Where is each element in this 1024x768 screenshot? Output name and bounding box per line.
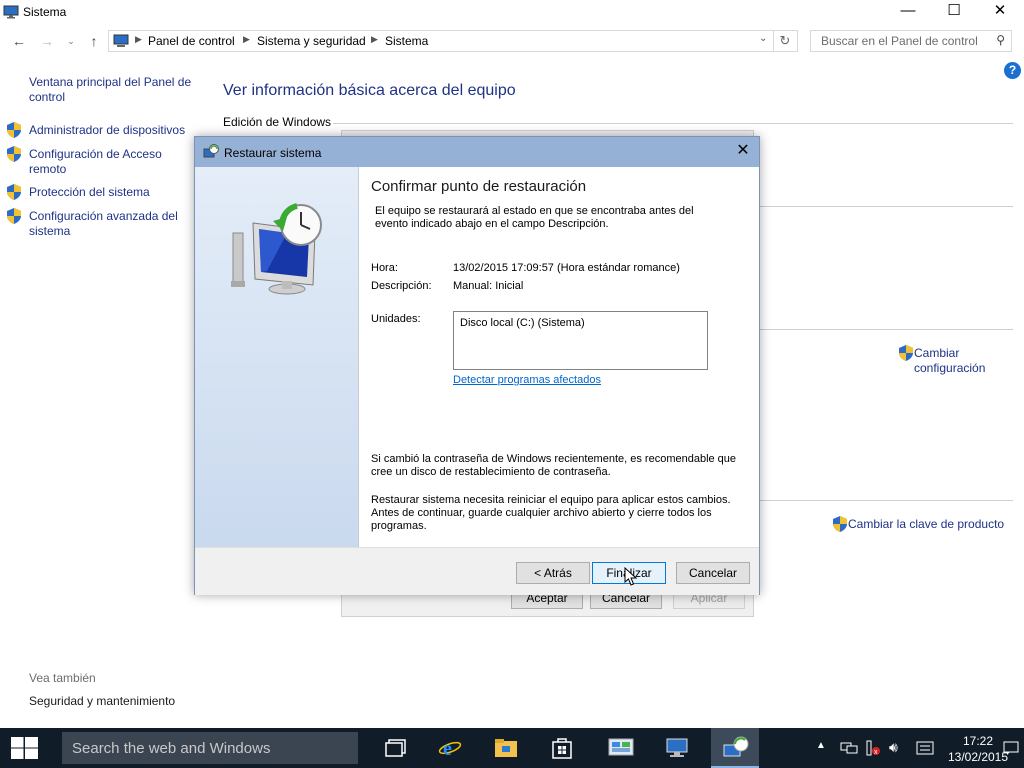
units-label: Unidades: — [371, 313, 421, 325]
show-hidden-icons-icon[interactable]: ▲ — [816, 740, 826, 751]
windows-start-icon[interactable] — [11, 737, 38, 759]
close-button[interactable]: ✕ — [977, 0, 1023, 24]
search-icon[interactable]: ⚲ — [996, 33, 1005, 47]
system-restore-icon — [203, 144, 219, 158]
detect-affected-programs-link[interactable]: Detectar programas afectados — [453, 374, 601, 386]
breadcrumb-control-panel[interactable]: Panel de control — [148, 34, 235, 48]
breadcrumb-separator-icon: ▶ — [135, 34, 142, 44]
units-list[interactable]: Disco local (C:) (Sistema) — [453, 311, 708, 370]
uac-shield-icon — [7, 208, 21, 224]
keyboard-icon[interactable] — [916, 740, 934, 756]
taskbar: e ▲ x 🔊︎ 17:22 13/02/2015 — [0, 728, 1024, 768]
maximize-button[interactable]: ☐ — [931, 0, 977, 24]
svg-text:x: x — [874, 749, 878, 756]
change-product-key-link[interactable]: Cambiar la clave de producto — [848, 517, 1004, 532]
control-panel-taskbar-icon[interactable] — [596, 728, 644, 768]
uac-shield-icon — [7, 184, 21, 200]
uac-shield-icon — [833, 516, 847, 532]
page-title: Ver información básica acerca del equipo — [223, 82, 516, 99]
dialog-footer — [195, 547, 759, 595]
system-restore-computer-icon — [231, 203, 322, 295]
description-value: Manual: Inicial — [453, 280, 524, 292]
clock-date[interactable]: 13/02/2015 — [945, 750, 1011, 764]
security-alert-icon[interactable]: x — [865, 739, 881, 757]
mouse-cursor-icon — [624, 567, 638, 586]
restart-note: Restaurar sistema necesita reiniciar el … — [371, 494, 731, 532]
breadcrumb-separator-icon: ▶ — [371, 34, 378, 44]
breadcrumb-system[interactable]: Sistema — [385, 34, 428, 48]
control-panel-search[interactable]: ⚲ — [810, 30, 1012, 52]
svg-text:e: e — [443, 738, 452, 759]
address-dropdown-icon[interactable]: ⌄ — [759, 33, 767, 44]
control-panel-icon — [113, 34, 129, 47]
forward-arrow-icon[interactable]: → — [36, 30, 58, 52]
clock-time[interactable]: 17:22 — [958, 734, 998, 748]
time-label: Hora: — [371, 262, 398, 274]
window-title: Sistema — [23, 5, 67, 19]
file-explorer-icon[interactable] — [482, 728, 530, 768]
dialog-close-icon[interactable]: ✕ — [731, 140, 755, 164]
divider — [752, 500, 1013, 501]
address-bar[interactable]: ▶ Panel de control ▶ Sistema y seguridad… — [108, 30, 774, 52]
list-item[interactable]: Disco local (C:) (Sistema) — [460, 317, 585, 330]
remote-access-link[interactable]: Configuración de Acceso remoto — [29, 147, 189, 177]
control-panel-home-link[interactable]: Ventana principal del Panel de control — [29, 75, 199, 105]
window-titlebar: Sistema — ☐ ✕ — [0, 0, 1024, 24]
password-note: Si cambió la contraseña de Windows recie… — [371, 453, 737, 478]
dialog-side-panel — [195, 167, 359, 547]
dialog-cancel-button[interactable]: Cancelar — [676, 562, 750, 584]
uac-shield-icon — [7, 146, 21, 162]
dialog-title: Restaurar sistema — [224, 146, 322, 160]
divider — [333, 123, 1013, 124]
restore-system-dialog: Restaurar sistema ✕ Confirmar punto de r… — [194, 136, 760, 595]
help-icon[interactable]: ? — [1004, 62, 1021, 79]
see-also-title: Vea también — [29, 671, 96, 685]
uac-shield-icon — [899, 345, 913, 361]
refresh-button[interactable]: ↻ — [773, 30, 798, 52]
divider — [752, 329, 1013, 330]
network-icon[interactable] — [840, 741, 858, 755]
advanced-settings-link[interactable]: Configuración avanzada del sistema — [29, 209, 189, 239]
restore-intro-text: El equipo se restaurará al estado en que… — [375, 205, 694, 230]
task-view-icon[interactable] — [372, 728, 420, 768]
up-arrow-icon[interactable]: ↑ — [83, 30, 105, 52]
uac-shield-icon — [7, 122, 21, 138]
divider — [752, 206, 1013, 207]
back-button[interactable]: < Atrás — [516, 562, 590, 584]
minimize-button[interactable]: — — [885, 0, 931, 24]
taskbar-search-input[interactable] — [70, 732, 354, 764]
breadcrumb-separator-icon: ▶ — [243, 34, 250, 44]
search-input[interactable] — [819, 31, 993, 51]
store-icon[interactable] — [538, 728, 586, 768]
change-settings-link[interactable]: Cambiar configuración — [914, 346, 1004, 376]
system-app-icon — [3, 5, 19, 19]
recent-dropdown-icon[interactable]: ⌄ — [60, 30, 82, 52]
system-restore-taskbar-icon[interactable] — [711, 728, 759, 768]
volume-icon[interactable]: 🔊︎ — [889, 739, 898, 756]
dialog-heading: Confirmar punto de restauración — [371, 178, 587, 195]
system-taskbar-icon[interactable] — [653, 728, 701, 768]
system-protection-link[interactable]: Protección del sistema — [29, 185, 204, 200]
time-value: 13/02/2015 17:09:57 (Hora estándar roman… — [453, 262, 680, 274]
security-maintenance-link[interactable]: Seguridad y mantenimiento — [29, 694, 175, 709]
windows-edition-heading: Edición de Windows — [223, 115, 332, 129]
dialog-titlebar: Restaurar sistema ✕ — [195, 137, 759, 167]
description-label: Descripción: — [371, 280, 432, 292]
internet-explorer-icon[interactable]: e — [426, 728, 474, 768]
breadcrumb-system-security[interactable]: Sistema y seguridad — [257, 34, 366, 48]
taskbar-search[interactable] — [62, 732, 358, 764]
action-center-icon[interactable] — [1003, 740, 1019, 756]
device-manager-link[interactable]: Administrador de dispositivos — [29, 123, 204, 138]
back-arrow-icon[interactable]: ← — [8, 30, 30, 52]
